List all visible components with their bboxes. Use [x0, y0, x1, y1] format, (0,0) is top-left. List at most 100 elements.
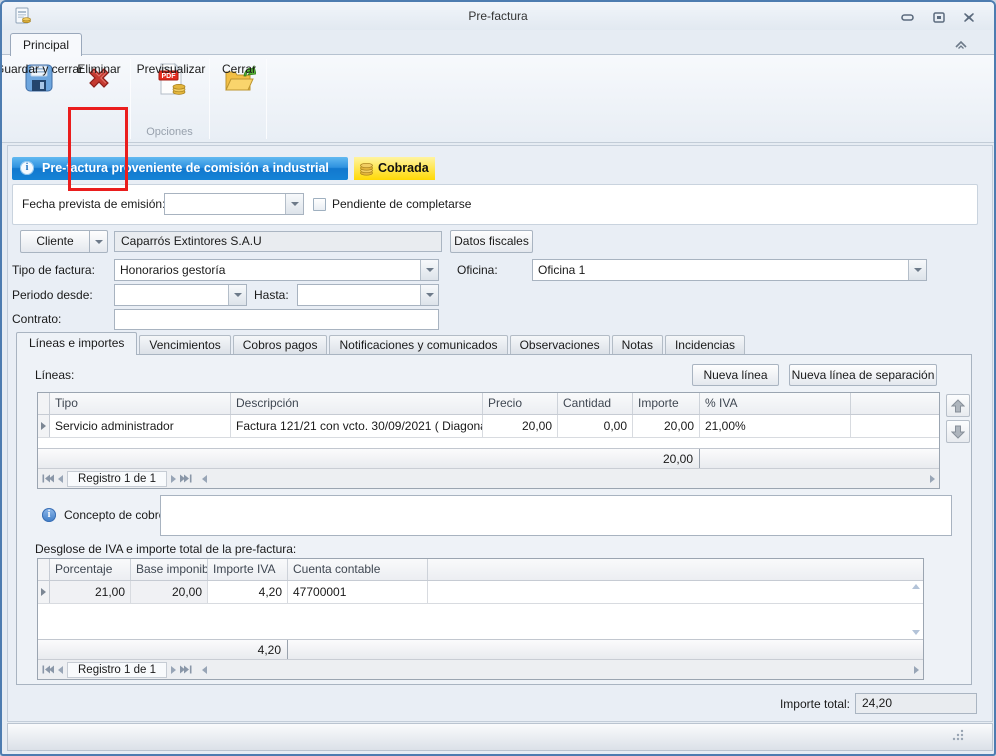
desglose-pager: Registro 1 de 1	[38, 659, 923, 679]
prev-record-icon[interactable]	[58, 666, 63, 674]
pendiente-label: Pendiente de completarse	[332, 193, 471, 215]
next-record-icon[interactable]	[171, 475, 176, 483]
grid-empty-area	[38, 438, 939, 448]
info-icon: i	[42, 508, 56, 522]
chevron-down-icon[interactable]	[420, 260, 438, 280]
cell-importe-iva[interactable]: 4,20	[208, 581, 288, 603]
column-header-porcentaje[interactable]: Porcentaje	[50, 559, 131, 580]
oficina-combobox[interactable]: Oficina 1	[532, 259, 927, 281]
column-header-tipo[interactable]: Tipo	[50, 393, 231, 414]
tab-incidencias[interactable]: Incidencias	[665, 335, 745, 355]
last-record-icon[interactable]	[180, 665, 192, 674]
column-header-descripcion[interactable]: Descripción	[231, 393, 483, 414]
table-row[interactable]: Servicio administrador Factura 121/21 co…	[38, 415, 939, 438]
contrato-input[interactable]	[114, 309, 439, 330]
first-record-icon[interactable]	[42, 665, 54, 674]
cell-precio[interactable]: 20,00	[483, 415, 558, 437]
chevron-down-icon	[95, 240, 103, 244]
arrow-up-icon	[951, 399, 965, 413]
tipo-factura-label: Tipo de factura:	[12, 259, 95, 281]
column-header-importe[interactable]: Importe	[633, 393, 700, 414]
desglose-grid-header: Porcentaje Base imponible Importe IVA Cu…	[38, 559, 923, 581]
cell-blank	[851, 415, 939, 437]
concepto-cobro-textarea[interactable]	[160, 495, 952, 536]
chevron-down-icon[interactable]	[420, 285, 438, 305]
cell-cuenta-contable[interactable]: 47700001	[288, 581, 428, 603]
column-header-importe-iva[interactable]: Importe IVA	[208, 559, 288, 580]
nueva-linea-button[interactable]: Nueva línea	[692, 364, 779, 386]
info-banner: i Pre-factura proveniente de comisión a …	[12, 157, 348, 180]
tab-principal[interactable]: Principal	[10, 33, 82, 56]
column-header-precio[interactable]: Precio	[483, 393, 558, 414]
eliminar-button[interactable]: Eliminar	[73, 58, 125, 138]
scroll-left-icon[interactable]	[202, 475, 207, 483]
tipo-factura-combobox[interactable]: Honorarios gestoría	[114, 259, 439, 281]
periodo-desde-combobox[interactable]	[114, 284, 247, 306]
lineas-summary-row: 20,00	[38, 448, 939, 468]
tab-notificaciones[interactable]: Notificaciones y comunicados	[329, 335, 507, 355]
chevron-down-icon[interactable]	[908, 260, 926, 280]
importe-total-field: 24,20	[855, 693, 977, 714]
cell-blank	[428, 581, 923, 603]
column-header-base-imponible[interactable]: Base imponible	[131, 559, 208, 580]
ribbon-tab-row: Principal	[2, 30, 994, 55]
move-line-up-button[interactable]	[946, 394, 970, 417]
cell-descripcion[interactable]: Factura 121/21 con vcto. 30/09/2021 ( Di…	[231, 415, 483, 437]
minimize-button[interactable]	[896, 10, 918, 25]
tab-vencimientos[interactable]: Vencimientos	[139, 335, 230, 355]
chevron-down-icon[interactable]	[285, 194, 303, 214]
scroll-up-icon[interactable]	[912, 584, 920, 589]
first-record-icon[interactable]	[42, 474, 54, 483]
column-header-iva[interactable]: % IVA	[700, 393, 851, 414]
fecha-prevista-combobox[interactable]	[164, 193, 304, 215]
scroll-left-icon[interactable]	[202, 666, 207, 674]
prev-record-icon[interactable]	[58, 475, 63, 483]
row-indicator	[38, 415, 50, 437]
nueva-linea-separacion-button[interactable]: Nueva línea de separación	[789, 364, 937, 386]
scroll-right-icon[interactable]	[930, 475, 935, 483]
cell-porcentaje[interactable]: 21,00	[50, 581, 131, 603]
restore-button[interactable]	[928, 10, 950, 25]
current-row-icon	[41, 588, 46, 596]
lineas-pager: Registro 1 de 1	[38, 468, 939, 488]
ribbon: Guardar y cerrar Eliminar PDF	[2, 54, 994, 143]
table-row[interactable]: 21,00 20,00 4,20 47700001	[38, 581, 923, 604]
next-record-icon[interactable]	[171, 666, 176, 674]
cliente-button[interactable]: Cliente	[20, 230, 90, 253]
cell-importe[interactable]: 20,00	[633, 415, 700, 437]
cell-iva[interactable]: 21,00%	[700, 415, 851, 437]
tab-notas[interactable]: Notas	[612, 335, 663, 355]
column-header-blank	[428, 559, 923, 580]
scroll-right-icon[interactable]	[914, 666, 919, 674]
desglose-summary-row: 4,20	[38, 639, 923, 659]
cell-cantidad[interactable]: 0,00	[558, 415, 633, 437]
guardar-y-cerrar-button[interactable]: Guardar y cerrar	[10, 58, 68, 138]
previsualizar-button[interactable]: PDF Previsualizar	[134, 58, 208, 124]
record-counter: Registro 1 de 1	[67, 662, 167, 678]
close-button[interactable]	[958, 10, 980, 25]
ribbon-group-caption: Opciones	[130, 126, 209, 138]
lineas-grid-header: Tipo Descripción Precio Cantidad Importe…	[38, 393, 939, 415]
grid-empty-area	[38, 604, 923, 639]
datos-fiscales-button[interactable]: Datos fiscales	[450, 230, 533, 253]
oficina-label: Oficina:	[457, 259, 498, 281]
cerrar-button[interactable]: Cerrar	[214, 58, 264, 138]
contrato-label: Contrato:	[12, 308, 61, 330]
ribbon-group-divider	[266, 59, 267, 139]
column-header-cantidad[interactable]: Cantidad	[558, 393, 633, 414]
column-header-cuenta-contable[interactable]: Cuenta contable	[288, 559, 428, 580]
pendiente-checkbox[interactable]	[313, 198, 326, 211]
last-record-icon[interactable]	[180, 474, 192, 483]
hasta-combobox[interactable]	[297, 284, 439, 306]
move-line-down-button[interactable]	[946, 420, 970, 443]
resize-grip[interactable]	[951, 728, 964, 744]
collapse-ribbon-icon[interactable]	[954, 38, 968, 52]
chevron-down-icon[interactable]	[228, 285, 246, 305]
tab-lineas-e-importes[interactable]: Líneas e importes	[16, 332, 137, 355]
tab-observaciones[interactable]: Observaciones	[510, 335, 610, 355]
cell-tipo[interactable]: Servicio administrador	[50, 415, 231, 437]
cliente-dropdown-button[interactable]	[89, 230, 108, 253]
cell-base-imponible[interactable]: 20,00	[131, 581, 208, 603]
tab-cobros-pagos[interactable]: Cobros pagos	[233, 335, 328, 355]
scroll-down-icon[interactable]	[912, 630, 920, 635]
